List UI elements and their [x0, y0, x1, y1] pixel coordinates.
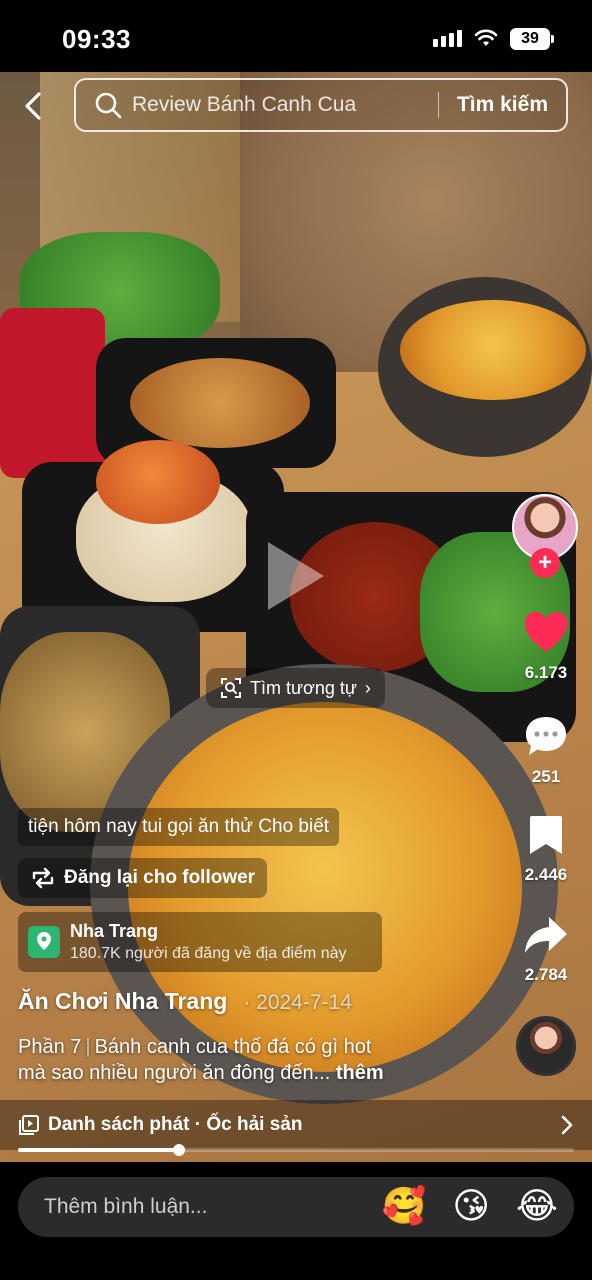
back-button[interactable]	[18, 88, 48, 124]
repost-button[interactable]: Đăng lại cho follower	[18, 858, 268, 898]
crab-shell	[96, 440, 220, 524]
see-more-link[interactable]: thêm	[336, 1062, 384, 1084]
author-name[interactable]: Ăn Chơi Nha Trang	[18, 988, 227, 1014]
share-button[interactable]: 2.784	[506, 914, 586, 985]
location-pin-icon	[28, 926, 60, 958]
location-chip[interactable]: Nha Trang 180.7K người đã đăng về địa đi…	[18, 912, 382, 972]
comment-placeholder: Thêm bình luận...	[44, 1195, 208, 1218]
cellular-signal-icon	[433, 30, 462, 47]
heart-icon	[524, 611, 568, 652]
search-query[interactable]: Review Bánh Canh Cua	[132, 93, 438, 117]
share-count: 2.784	[524, 965, 568, 984]
chevron-right-icon: ›	[364, 677, 371, 698]
music-disc[interactable]	[516, 1016, 576, 1076]
wifi-icon	[474, 29, 498, 46]
playlist-icon	[19, 1115, 39, 1135]
save-count: 2.446	[524, 865, 568, 884]
search-icon	[95, 92, 122, 119]
comment-icon	[526, 717, 566, 755]
save-button[interactable]: 2.446	[506, 814, 586, 885]
repost-icon	[32, 867, 54, 889]
description-line-2: mà sao nhiều người ăn đông đến...	[18, 1062, 331, 1084]
post-description[interactable]: Phần 7 | Bánh canh cua thố đá có gì hot mà…	[18, 1034, 498, 1086]
status-bar: 09:33 39	[0, 0, 592, 72]
playlist-label: Danh sách phát · Ốc hải sản	[48, 1114, 303, 1135]
search-bar[interactable]: Review Bánh Canh Cua Tìm kiếm	[74, 78, 568, 132]
find-similar-label: Tìm tương tự	[250, 677, 357, 698]
emoji-smiling-hearts[interactable]: 🥰	[382, 1189, 427, 1225]
like-button[interactable]: 6.173	[506, 611, 586, 683]
description-part: Phần 7	[18, 1036, 82, 1058]
play-icon[interactable]	[260, 536, 330, 616]
battery-indicator: 39	[510, 28, 554, 50]
search-button[interactable]: Tìm kiếm	[439, 93, 566, 117]
video-progress-bar[interactable]	[18, 1144, 574, 1156]
post-date: · 2024-7-14	[243, 991, 352, 1014]
emoji-tears-of-joy[interactable]: 😂	[516, 1189, 558, 1225]
fried-crab	[130, 358, 310, 448]
description-scroll-line: tiện hôm nay tui gọi ăn thử Cho biết	[18, 808, 340, 846]
back-icon	[25, 92, 41, 120]
description-separator: |	[85, 1036, 91, 1058]
comment-button[interactable]: 251	[506, 714, 586, 787]
playlist-bar[interactable]: Danh sách phát · Ốc hải sản	[0, 1100, 592, 1150]
author-row[interactable]: Ăn Chơi Nha Trang · 2024-7-14	[18, 988, 352, 1015]
chevron-right-icon	[561, 1115, 573, 1135]
progress-fill	[18, 1148, 180, 1152]
bottom-bar: Thêm bình luận... 🥰 😘 😂	[0, 1162, 592, 1280]
bookmark-icon	[530, 816, 562, 854]
red-box	[0, 308, 105, 478]
status-time: 09:33	[62, 24, 131, 54]
comment-count: 251	[531, 767, 561, 786]
follow-button[interactable]: +	[530, 548, 560, 578]
share-icon	[525, 917, 567, 953]
location-subtitle: 180.7K người đã đăng về địa điểm này	[70, 945, 347, 962]
find-similar-button[interactable]: Tìm tương tự ›	[206, 668, 385, 708]
comment-input[interactable]: Thêm bình luận... 🥰 😘 😂	[18, 1177, 574, 1237]
soup-top	[400, 300, 586, 400]
description-line-1: Bánh canh cua thố đá có gì hot	[94, 1036, 372, 1058]
image-search-icon	[221, 678, 241, 698]
emoji-kiss[interactable]: 😘	[452, 1189, 490, 1225]
location-name: Nha Trang	[70, 921, 159, 941]
like-count: 6.173	[524, 663, 568, 682]
repost-label: Đăng lại cho follower	[64, 867, 256, 888]
